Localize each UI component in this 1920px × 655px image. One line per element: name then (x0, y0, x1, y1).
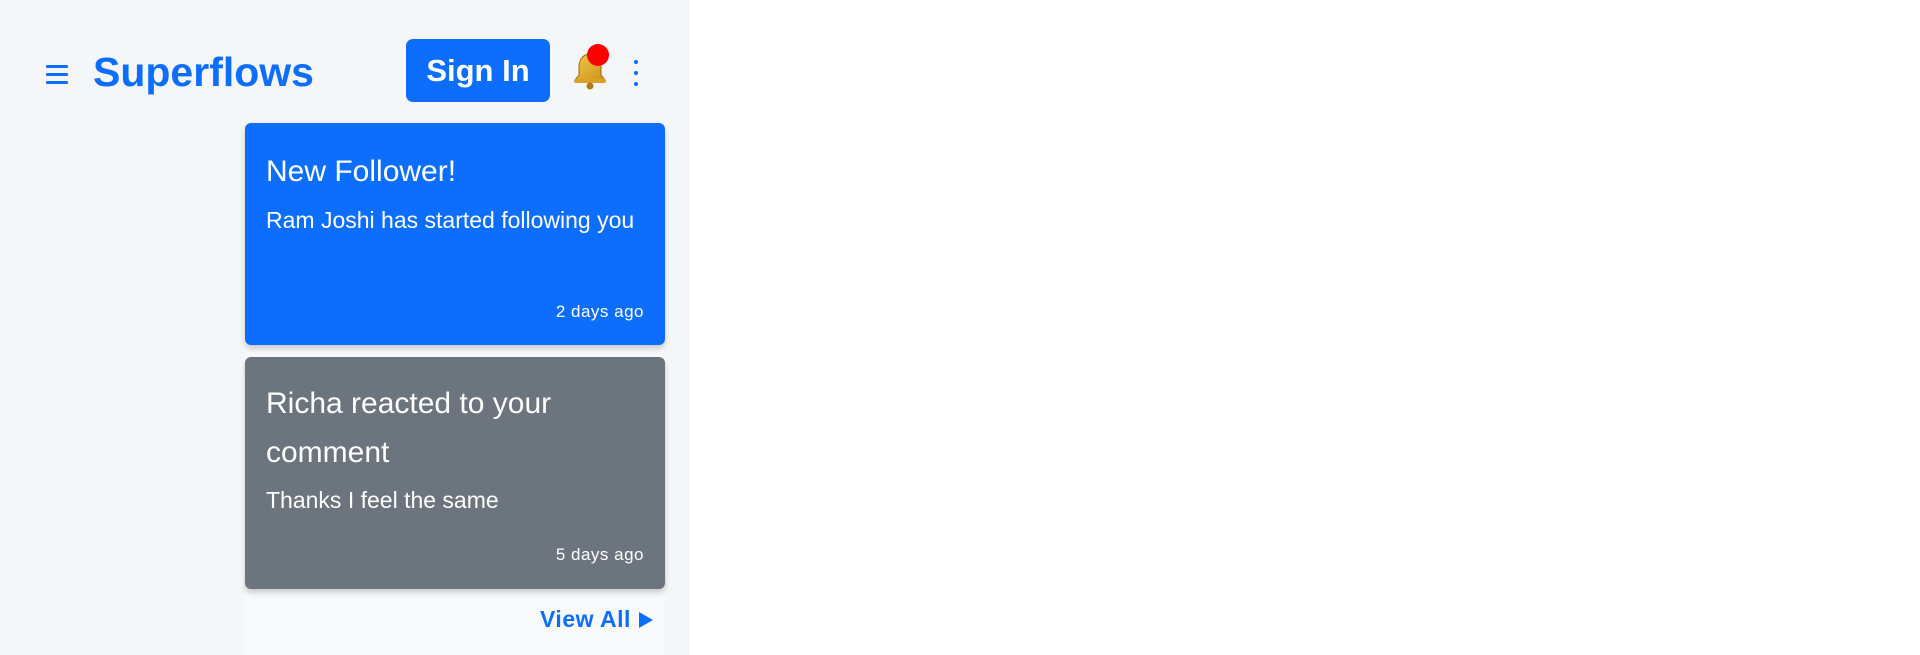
brand-logo[interactable]: Superflows (93, 44, 314, 100)
notification-title: Richa reacted to your comment (266, 387, 552, 469)
vertical-ellipsis-icon[interactable] (632, 60, 640, 88)
notification-time: 2 days ago (555, 302, 644, 321)
app-panel: Superflows Sign In New Follower! Ram Jos… (0, 0, 690, 655)
notification-body: Ram Joshi has started following you (266, 207, 635, 233)
notification-card[interactable]: Richa reacted to your comment Thanks I f… (245, 357, 665, 589)
notification-title: New Follower! (266, 155, 457, 188)
notification-time: 5 days ago (555, 545, 644, 564)
notification-badge (587, 44, 609, 66)
app-header: Superflows Sign In (0, 0, 690, 120)
hamburger-icon[interactable] (46, 65, 68, 84)
play-arrow-icon (638, 612, 653, 628)
notification-card[interactable]: New Follower! Ram Joshi has started foll… (245, 123, 665, 345)
sign-in-button[interactable]: Sign In (406, 39, 550, 102)
notification-body: Thanks I feel the same (266, 487, 499, 513)
view-all-label: View All (540, 606, 631, 632)
view-all-link[interactable]: View All (540, 603, 653, 635)
